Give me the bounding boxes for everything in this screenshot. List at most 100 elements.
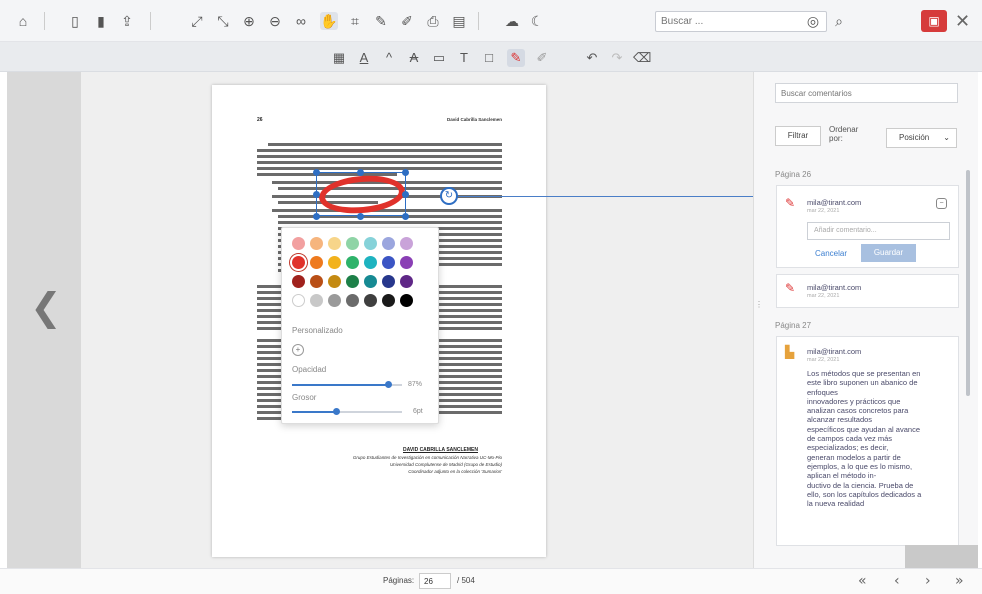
color-swatch[interactable] (382, 237, 395, 250)
close-icon[interactable]: ✕ (955, 10, 970, 32)
share-icon[interactable]: ⇪ (118, 12, 136, 30)
color-swatch[interactable] (292, 294, 305, 307)
resize-handle[interactable] (402, 213, 409, 220)
color-swatch[interactable] (400, 294, 413, 307)
select-area-icon[interactable]: ⌗ (346, 12, 364, 30)
color-swatch[interactable] (292, 275, 305, 288)
resize-handle[interactable] (357, 213, 364, 220)
zoom-out-icon[interactable]: ⊖ (266, 12, 284, 30)
panel-resize-handle[interactable]: ⋮ (755, 300, 763, 309)
current-page-input[interactable] (419, 573, 451, 589)
undo-icon[interactable]: ↶ (583, 49, 601, 67)
color-swatch[interactable] (328, 256, 341, 269)
resize-handle[interactable] (313, 191, 320, 198)
order-by-select[interactable]: Posición ⌄ (886, 128, 957, 148)
link-icon[interactable]: ∞ (292, 12, 310, 30)
resize-handle[interactable] (313, 169, 320, 176)
color-swatch[interactable] (400, 256, 413, 269)
first-page-icon[interactable]: « (858, 573, 867, 589)
comment-connector-line (458, 196, 776, 197)
color-swatch[interactable] (328, 275, 341, 288)
zoom-in-icon[interactable]: ⊕ (240, 12, 258, 30)
color-swatch[interactable] (346, 256, 359, 269)
fit-width-icon[interactable]: ⤡ (214, 12, 232, 30)
text-caret-icon[interactable]: ^ (380, 49, 398, 67)
comments-search-input[interactable] (775, 83, 958, 103)
save-document-button[interactable]: ▣ (921, 10, 947, 32)
resize-handle[interactable] (313, 213, 320, 220)
filter-button[interactable]: Filtrar (775, 126, 821, 146)
running-head: David Cabrilla Sanclemen (446, 117, 502, 122)
eraser-pen-icon[interactable]: ✐ (533, 49, 551, 67)
highlight-tool-icon[interactable]: ✐ (398, 12, 416, 30)
search-input[interactable] (655, 11, 827, 32)
collapse-icon[interactable]: − (936, 198, 947, 209)
home-icon[interactable]: ⌂ (14, 12, 32, 30)
comment-card[interactable]: ✎ mila@tirant.com mar 22, 2021 (776, 274, 959, 308)
save-comment-button[interactable]: Guardar (861, 244, 916, 262)
fit-page-icon[interactable]: ⤢ (188, 12, 206, 30)
color-swatch[interactable] (310, 237, 323, 250)
color-swatch[interactable] (364, 294, 377, 307)
search-options-icon[interactable]: ◎ (804, 12, 822, 30)
color-swatch[interactable] (346, 237, 359, 250)
color-swatch[interactable] (292, 237, 305, 250)
color-swatch[interactable] (346, 275, 359, 288)
comment-text: Los métodos que se presentan en este lib… (807, 369, 922, 509)
text-strike-icon[interactable]: A (405, 49, 423, 67)
add-custom-color-icon[interactable]: + (292, 344, 304, 356)
color-swatch[interactable] (364, 256, 377, 269)
comment-input[interactable]: Añadir comentario... (807, 222, 950, 240)
color-swatch[interactable] (364, 237, 377, 250)
print-icon[interactable]: ⎙ (424, 12, 442, 30)
sticky-note-icon[interactable]: ▭ (430, 49, 448, 67)
rectangle-icon[interactable]: □ (480, 49, 498, 67)
last-page-icon[interactable]: » (955, 573, 964, 589)
comments-scrollbar[interactable] (966, 170, 970, 396)
cancel-link[interactable]: Cancelar (815, 249, 847, 258)
color-swatch[interactable] (310, 275, 323, 288)
search-icon[interactable]: ⌕ (830, 12, 848, 30)
color-swatch[interactable] (400, 275, 413, 288)
edit-icon[interactable]: ✎ (372, 12, 390, 30)
night-mode-icon[interactable]: ☾ (528, 12, 546, 30)
resize-handle[interactable] (357, 169, 364, 176)
pan-hand-icon[interactable]: ✋ (320, 12, 338, 30)
comment-card[interactable]: ✎ mila@tirant.com mar 22, 2021 − Añadir … (776, 185, 959, 268)
next-page-icon[interactable]: › (925, 573, 931, 589)
annotation-selection-box[interactable] (316, 172, 406, 216)
color-swatch[interactable] (364, 275, 377, 288)
resize-handle[interactable] (402, 169, 409, 176)
resize-handle[interactable] (402, 191, 409, 198)
rotate-handle-icon[interactable]: ↻ (440, 187, 458, 205)
panel-corner (905, 545, 978, 568)
color-swatch[interactable] (292, 256, 305, 269)
ink-pen-icon[interactable]: ✎ (507, 49, 525, 67)
previous-page-icon[interactable]: ❮ (30, 285, 62, 329)
color-swatch[interactable] (382, 275, 395, 288)
redo-icon[interactable]: ↷ (608, 49, 626, 67)
thickness-slider-knob[interactable] (333, 408, 340, 415)
color-swatch[interactable] (328, 237, 341, 250)
text-box-icon[interactable]: T (455, 49, 473, 67)
color-swatch[interactable] (346, 294, 359, 307)
color-swatch[interactable] (310, 294, 323, 307)
area-highlight-icon[interactable]: ▦ (330, 49, 348, 67)
clear-icon[interactable]: ⌫ (633, 49, 651, 67)
order-by-label: Ordenar por: (829, 125, 859, 143)
color-swatch[interactable] (328, 294, 341, 307)
toolbar-divider (150, 12, 151, 30)
color-swatch[interactable] (382, 294, 395, 307)
opacity-slider-knob[interactable] (385, 381, 392, 388)
comment-card[interactable]: ▙ mila@tirant.com mar 22, 2021 Los métod… (776, 336, 959, 546)
bookmark-icon[interactable]: ▮ (92, 12, 110, 30)
thumbnails-icon[interactable]: ▯ (66, 12, 84, 30)
document-icon[interactable]: ▤ (450, 12, 468, 30)
previous-page-icon[interactable]: ‹ (894, 573, 900, 589)
color-swatch[interactable] (310, 256, 323, 269)
custom-color-label: Personalizado (292, 326, 343, 335)
color-swatch[interactable] (382, 256, 395, 269)
cloud-icon[interactable]: ☁ (503, 12, 521, 30)
text-underline-icon[interactable]: A (355, 49, 373, 67)
color-swatch[interactable] (400, 237, 413, 250)
